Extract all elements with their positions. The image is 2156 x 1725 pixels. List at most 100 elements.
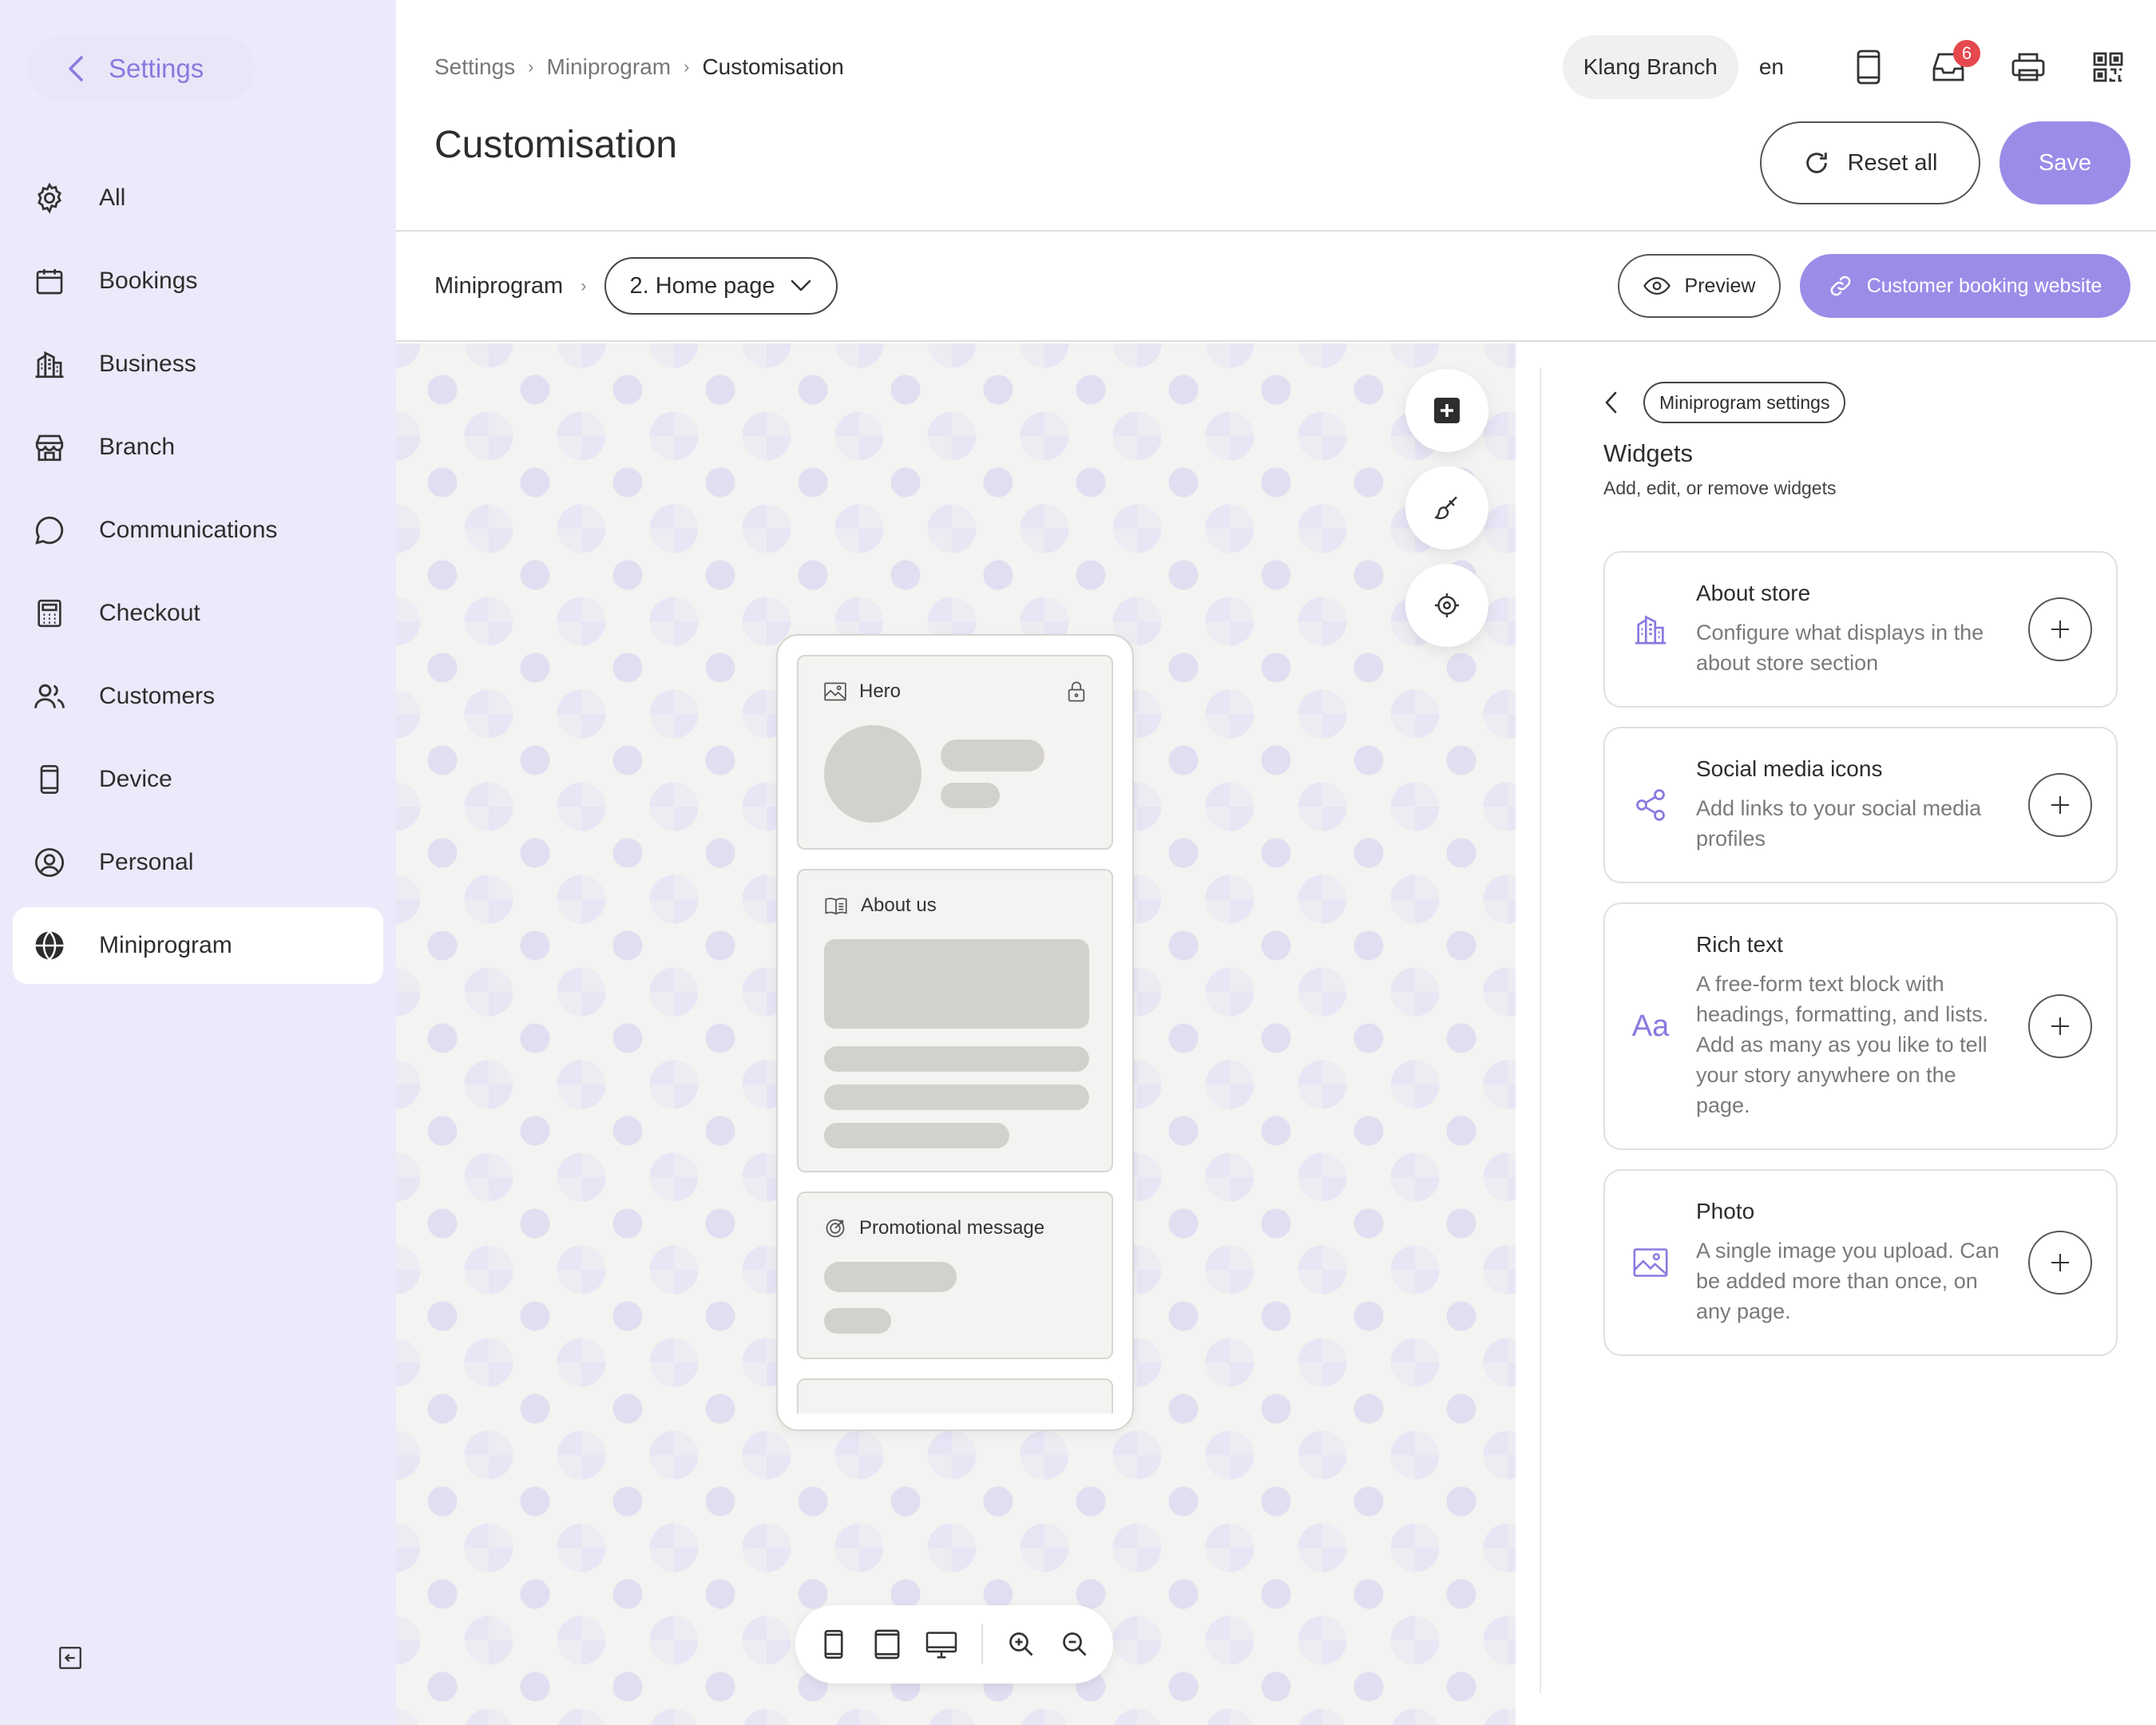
save-button[interactable]: Save [1999,121,2130,204]
section-label: Miniprogram [434,272,564,299]
refresh-icon [1803,149,1830,176]
sidebar-item-label: Miniprogram [99,932,232,958]
sidebar-item-device[interactable]: Device [13,741,383,818]
add-widget-button[interactable] [1405,369,1488,452]
widget-list: About store Configure what displays in t… [1603,551,2118,1375]
focus-button[interactable] [1405,564,1488,647]
chevron-left-icon [67,55,85,82]
about-line-placeholder [824,1123,1009,1148]
widget-name: Social media icons [1696,756,1883,781]
page-select[interactable]: 2. Home page [604,257,838,315]
widget-label: About us [861,894,937,916]
preview-canvas[interactable]: Hero About us Promotional message [396,343,1516,1725]
page-title: Customisation [434,124,678,166]
widget-description: Add links to your social media profiles [1696,796,1982,851]
link-icon [1829,274,1853,298]
breadcrumb-separator: › [684,57,690,77]
collapse-icon [57,1644,84,1671]
phone-icon [32,762,67,797]
breadcrumb-separator: › [528,57,534,77]
preview-button[interactable]: Preview [1618,254,1781,318]
inbox-icon[interactable]: 6 [1926,40,1980,89]
widget-rich-text[interactable]: Aa Rich text A free-form text block with… [1603,902,2118,1150]
customer-booking-website-label: Customer booking website [1866,274,2102,297]
about-line-placeholder [824,1085,1089,1110]
chat-bubble-icon [32,513,67,548]
sidebar-item-checkout[interactable]: Checkout [13,575,383,652]
sidebar-item-all[interactable]: All [13,160,383,236]
about-us-widget[interactable]: About us [797,869,1113,1172]
plus-square-icon [1434,398,1460,423]
desktop-view-icon[interactable] [925,1628,957,1660]
widget-name: Rich text [1696,932,1783,957]
sidebar-item-communications[interactable]: Communications [13,492,383,569]
share-icon [1605,787,1696,823]
settings-back-button[interactable]: Settings [27,37,256,101]
collapse-sidebar-button[interactable] [51,1639,89,1677]
image-icon [824,682,846,701]
add-social-media-icons-button[interactable] [2028,773,2092,837]
hero-title-placeholder [941,740,1044,771]
language-selector[interactable]: en [1759,54,1784,80]
breadcrumb-miniprogram[interactable]: Miniprogram [547,54,672,80]
inbox-badge: 6 [1953,40,1980,67]
qr-code-icon[interactable] [2086,45,2130,89]
sidebar-item-branch[interactable]: Branch [13,409,383,486]
style-button[interactable] [1405,466,1488,549]
paintbrush-icon [1433,494,1461,522]
promo-title-placeholder [824,1262,957,1292]
reset-all-button[interactable]: Reset all [1760,121,1980,204]
add-photo-button[interactable] [2028,1231,2092,1295]
panel-title: Widgets [1603,439,1693,467]
next-widget-partial[interactable] [797,1378,1113,1414]
add-rich-text-button[interactable] [2028,994,2092,1058]
globe-icon [32,928,67,963]
chevron-down-icon [790,279,812,293]
promo-line-placeholder [824,1308,891,1334]
breadcrumb: Settings › Miniprogram › Customisation [434,54,844,80]
page-select-value: 2. Home page [629,272,775,299]
eye-icon [1643,276,1671,295]
sidebar-nav: All Bookings Business Branch Communicati… [13,160,383,990]
add-about-store-button[interactable] [2028,597,2092,661]
widget-photo[interactable]: Photo A single image you upload. Can be … [1603,1169,2118,1356]
promotional-message-widget[interactable]: Promotional message [797,1192,1113,1359]
mobile-view-icon[interactable] [819,1628,849,1660]
customer-booking-website-button[interactable]: Customer booking website [1800,254,2130,318]
sidebar-item-business[interactable]: Business [13,326,383,402]
breadcrumb-settings[interactable]: Settings [434,54,515,80]
branch-selector[interactable]: Klang Branch [1562,35,1738,99]
sidebar-item-label: Bookings [99,268,198,294]
calculator-icon [32,596,67,631]
building-icon [1605,611,1696,648]
sidebar-item-label: Checkout [99,600,200,626]
building-icon [32,347,67,382]
hero-widget[interactable]: Hero [797,655,1113,850]
breadcrumb-separator: › [581,276,587,295]
sidebar: Settings All Bookings Business Branch Co… [0,0,396,1725]
widget-social-media-icons[interactable]: Social media icons Add links to your soc… [1603,727,2118,883]
book-open-icon [824,896,848,915]
back-chevron-icon[interactable] [1603,391,1619,414]
sidebar-item-personal[interactable]: Personal [13,824,383,901]
printer-icon[interactable] [2006,45,2051,89]
widget-name: Photo [1696,1199,1755,1223]
image-icon [1605,1247,1696,1278]
header-actions: Reset all Save [1760,121,2130,204]
zoom-in-icon[interactable] [1007,1628,1036,1660]
zoom-out-icon[interactable] [1060,1628,1089,1660]
panel-divider [1540,367,1541,1693]
miniprogram-settings-chip[interactable]: Miniprogram settings [1643,382,1846,423]
plus-icon [2050,1016,2071,1037]
tablet-view-icon[interactable] [873,1628,902,1660]
reset-all-label: Reset all [1847,149,1938,176]
sidebar-item-bookings[interactable]: Bookings [13,243,383,319]
sidebar-item-customers[interactable]: Customers [13,658,383,735]
widget-about-store[interactable]: About store Configure what displays in t… [1603,551,2118,708]
device-phone-icon[interactable] [1846,45,1891,89]
sidebar-item-miniprogram[interactable]: Miniprogram [13,907,383,984]
plus-icon [2050,795,2071,815]
widget-description: A single image you upload. Can be added … [1696,1239,1999,1323]
view-controls [795,1605,1113,1683]
about-image-placeholder [824,939,1089,1029]
